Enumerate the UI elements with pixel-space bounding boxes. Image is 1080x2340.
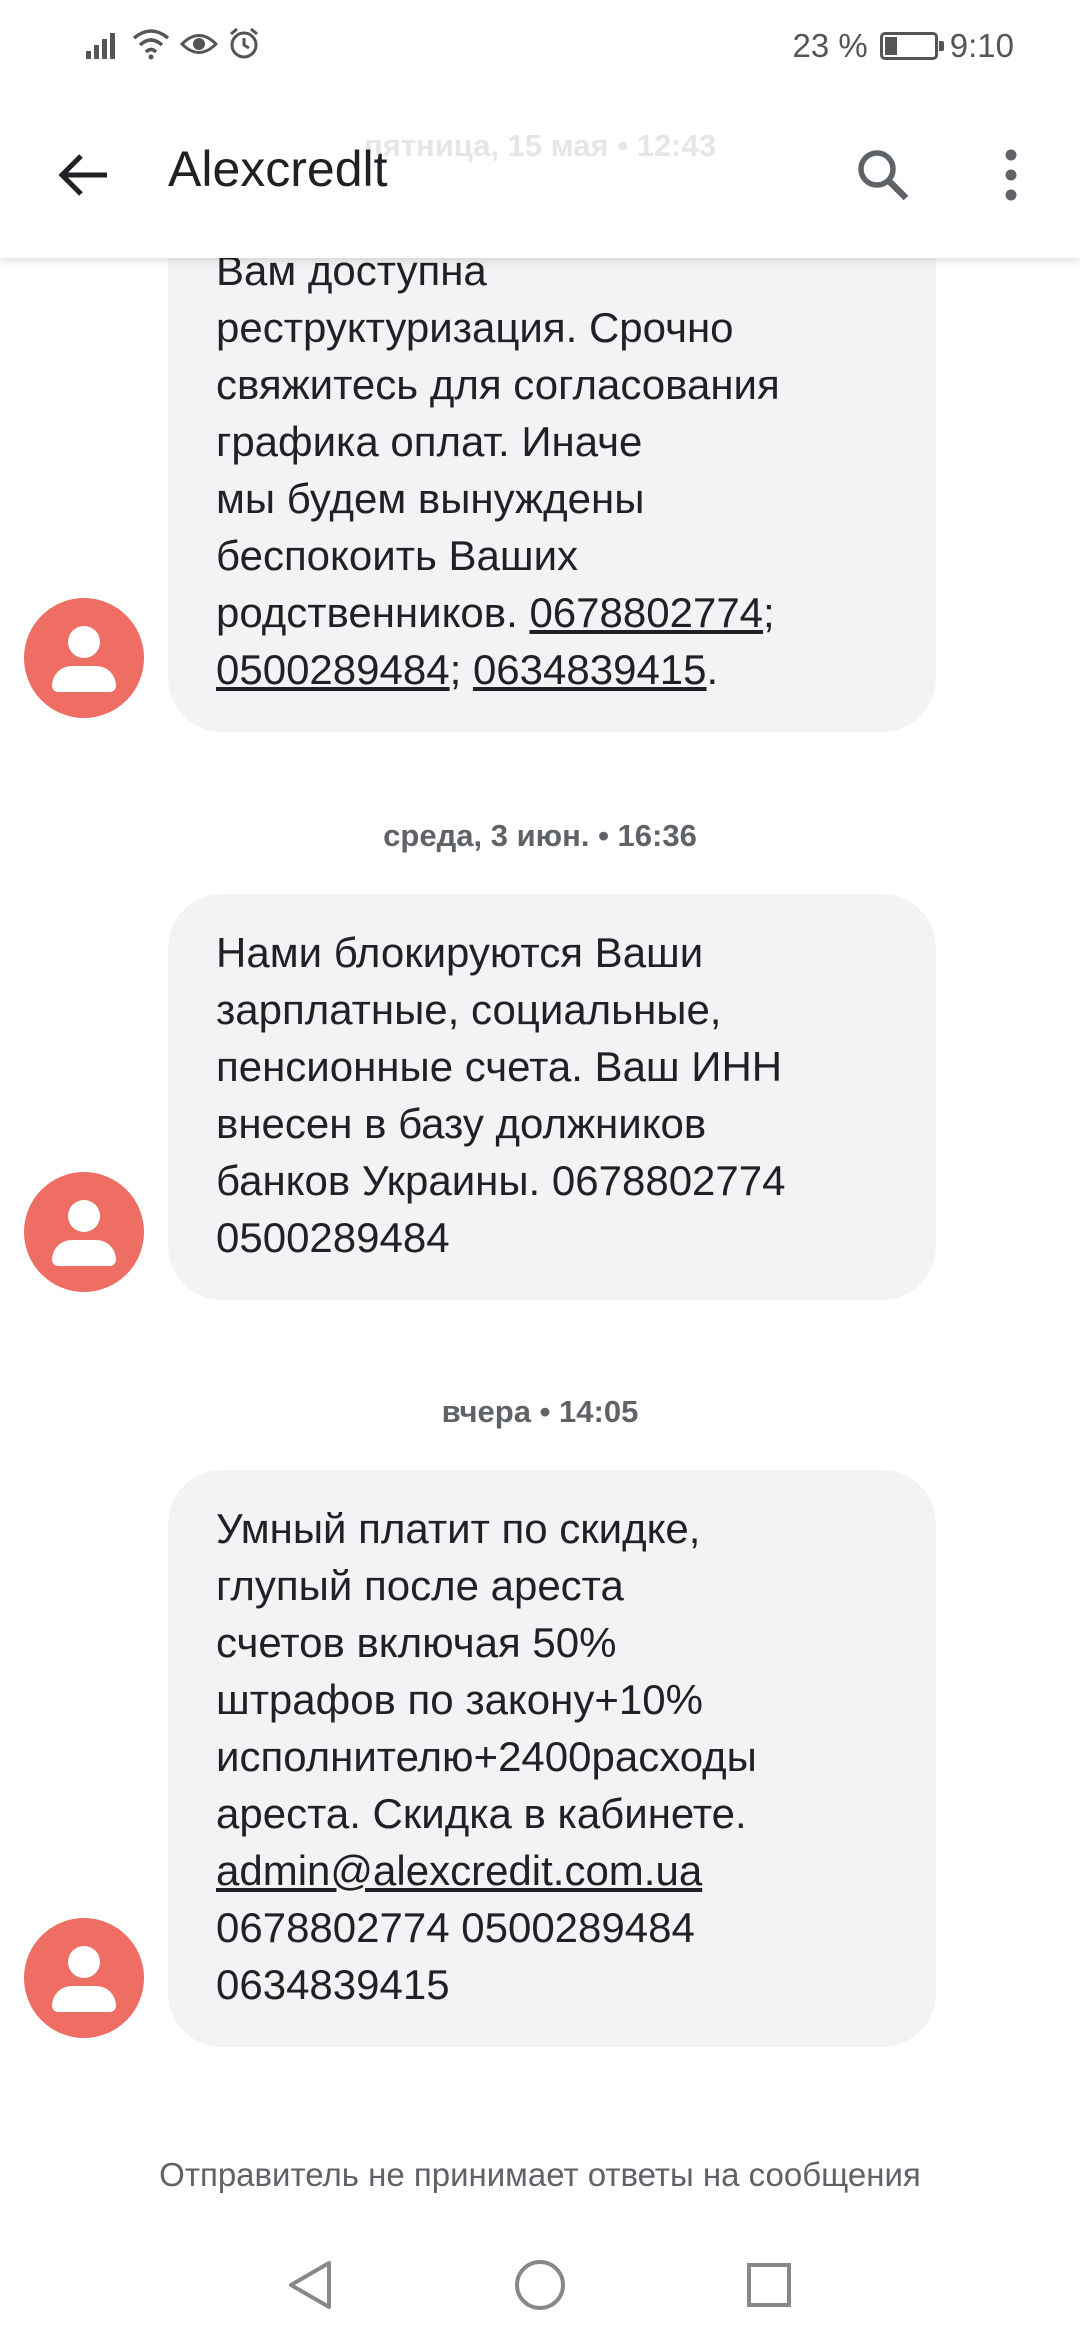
conversation[interactable]: Вам доступна реструктуризация. Срочно св… <box>0 0 1080 2340</box>
back-button[interactable] <box>48 142 118 212</box>
eye-icon <box>179 29 219 64</box>
person-icon <box>68 1200 100 1232</box>
conversation-title: Alexcredlt <box>168 141 388 197</box>
avatar[interactable] <box>24 1172 144 1292</box>
wifi-icon <box>132 28 170 65</box>
avatar[interactable] <box>24 598 144 718</box>
battery-charging-icon <box>879 32 944 60</box>
phone-link[interactable]: 0500289484 <box>216 646 450 693</box>
person-icon <box>68 1946 100 1978</box>
signal-icon <box>86 29 122 64</box>
date-separator: вчера • 14:05 <box>441 1394 639 1429</box>
message-text: Вам доступна реструктуризация. Срочно св… <box>216 247 780 636</box>
message-text: ; <box>449 646 473 693</box>
search-button[interactable] <box>848 142 918 212</box>
square-recents-icon <box>745 2261 793 2314</box>
alarm-icon <box>228 27 260 65</box>
status-time: 9:10 <box>949 27 1014 64</box>
message-text: 0678802774 0500289484 0634839415 <box>216 1904 695 2008</box>
system-nav-bar <box>0 2236 1080 2340</box>
message-bubble[interactable]: Вам доступна реструктуризация. Срочно св… <box>168 212 936 732</box>
person-icon <box>68 626 100 658</box>
nav-back-button[interactable] <box>274 2252 344 2322</box>
scrolled-date-separator: пятница, 15 мая • 12:43 <box>364 128 716 163</box>
nav-home-button[interactable] <box>505 2252 575 2322</box>
search-icon <box>856 148 910 207</box>
more-vert-icon <box>1004 148 1018 207</box>
app-bar: пятница, 15 мая • 12:43 Alexcredlt <box>0 90 1080 258</box>
arrow-back-icon <box>57 153 109 202</box>
message-bubble[interactable]: Умный платит по скидке, глупый после аре… <box>168 1470 936 2047</box>
status-bar: 23 % 9:10 <box>0 0 1080 90</box>
email-link[interactable]: admin@alexcredit.com.ua <box>216 1847 702 1894</box>
avatar[interactable] <box>24 1918 144 2038</box>
status-icons-left <box>86 26 260 66</box>
message-text: Нами блокируются Ваши зарплатные, социал… <box>216 929 786 1261</box>
message-text: ; <box>763 589 775 636</box>
nav-recents-button[interactable] <box>734 2252 804 2322</box>
message-text: . <box>706 646 719 693</box>
triangle-back-icon <box>285 2259 333 2316</box>
more-options-button[interactable] <box>986 142 1036 212</box>
message-text: Умный платит по скидке, глупый после аре… <box>216 1505 757 1837</box>
status-icons-right: 23 % 9:10 <box>793 22 1014 70</box>
message-bubble[interactable]: Нами блокируются Ваши зарплатные, социал… <box>168 894 936 1300</box>
no-reply-notice: Отправитель не принимает ответы на сообщ… <box>159 2156 921 2193</box>
battery-percent: 23 % <box>792 27 868 64</box>
date-separator: среда, 3 июн. • 16:36 <box>383 818 697 853</box>
phone-link[interactable]: 0678802774 <box>529 589 763 636</box>
phone-link[interactable]: 0634839415 <box>473 646 707 693</box>
circle-home-icon <box>513 2258 567 2317</box>
